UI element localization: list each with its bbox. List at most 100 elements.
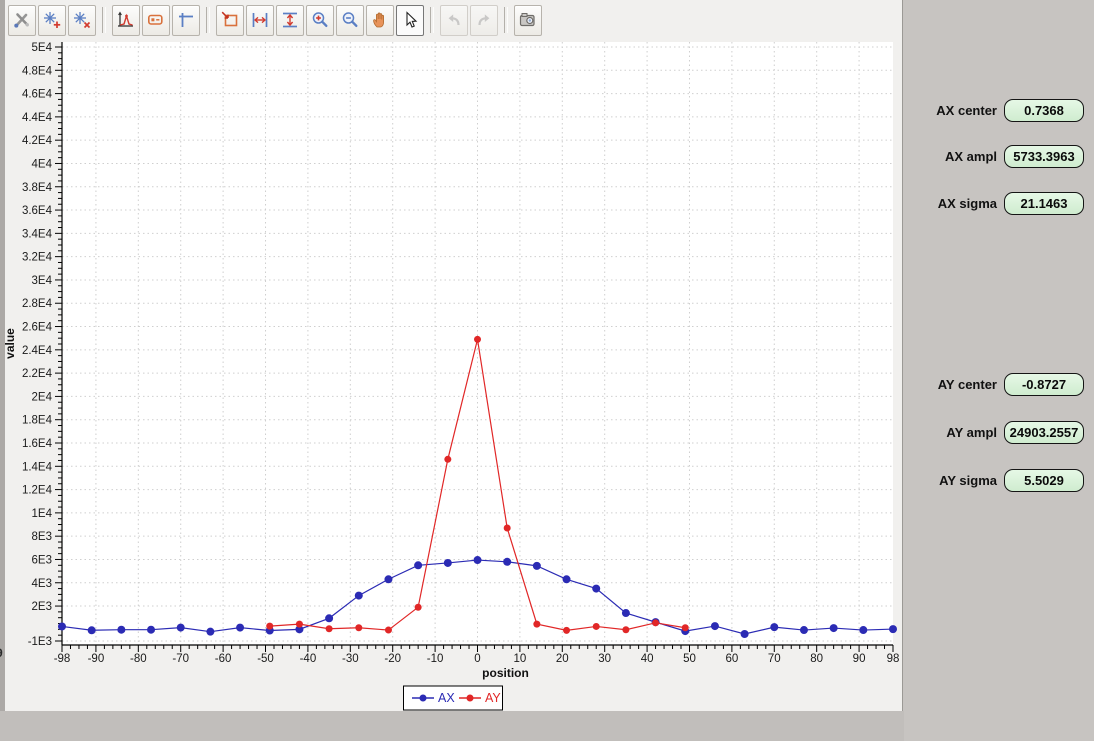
x-tick-label: -90 [88,653,105,665]
ay-data-point [444,456,451,463]
ax-sigma-row: AX sigma 21.1463 [938,192,1084,215]
ax-sigma-label: AX sigma [938,196,997,211]
background-strip [0,711,904,741]
tools-icon [12,10,32,30]
ax-ampl-value-field[interactable]: 5733.3963 [1004,145,1084,168]
ax-data-point [563,575,571,583]
legend[interactable]: AX AY [404,686,503,710]
chart[interactable]: -98-90-80-70-60-50-40-30-20-100102030405… [5,38,903,713]
ax-ampl-row: AX ampl 5733.3963 [945,145,1084,168]
y-tick-label: 4.6E4 [22,89,53,101]
plot-window: -98-90-80-70-60-50-40-30-20-100102030405… [5,0,903,711]
y-tick-label: 1.4E4 [22,461,53,473]
x-tick-label: 98 [887,653,900,665]
y-tick-label: 3.4E4 [22,228,53,240]
ax-data-point [592,585,600,593]
ax-data-point [503,558,511,566]
y-tick-label: 1.6E4 [22,438,53,450]
y-tick-label: 4.8E4 [22,65,53,77]
toolbar-separator [102,7,106,33]
expand-horizontal-icon [250,10,270,30]
y-tick-label: 4E4 [32,158,53,170]
x-tick-label: 60 [725,653,738,665]
ay-data-point [504,525,511,532]
ax-data-point [770,623,778,631]
legend-marker-dot [420,695,427,702]
axes-button[interactable] [172,5,200,36]
y-tick-label: 4.4E4 [22,112,53,124]
ay-sigma-value-field[interactable]: 5.5029 [1004,469,1084,492]
x-tick-label: -10 [427,653,444,665]
ay-data-point [474,336,481,343]
ay-data-point [355,624,362,631]
fit-parameters-panel: AX center0.7368AX ampl5733.3963AX sigma2… [904,0,1094,741]
x-tick-label: 50 [683,653,696,665]
y-tick-label: 3E4 [32,275,53,287]
x-tick-label: -20 [384,653,401,665]
ax-data-point [206,628,214,636]
pointer-select-button[interactable] [396,5,424,36]
delete-marker-button[interactable] [68,5,96,36]
ay-data-point [415,604,422,611]
redo-icon [474,10,494,30]
y-tick-label: 1.8E4 [22,415,53,427]
ay-sigma-label: AY sigma [939,473,997,488]
ax-ampl-label: AX ampl [945,149,997,164]
x-tick-label: 80 [810,653,823,665]
tools-button[interactable] [8,5,36,36]
zoom-out-icon [340,10,360,30]
expand-horizontal-button[interactable] [246,5,274,36]
toolbar-separator [504,7,508,33]
delete-marker-icon [72,10,92,30]
snapshot-button[interactable] [514,5,542,36]
ax-data-point [859,626,867,634]
ay-data-point [533,621,540,628]
toolbar-separator [206,7,210,33]
ax-sigma-value-field[interactable]: 21.1463 [1004,192,1084,215]
ax-data-point [117,626,125,634]
ay-center-row: AY center -0.8727 [938,373,1084,396]
add-marker-button[interactable] [38,5,66,36]
pan-icon [370,10,390,30]
x-tick-label: -40 [300,653,317,665]
ax-data-point [830,624,838,632]
pointer-icon [400,10,420,30]
x-tick-label: 0 [474,653,480,665]
ay-ampl-value-field[interactable]: 24903.2557 [1004,421,1084,444]
legend-item-label[interactable]: AY [485,691,501,705]
zoom-in-button[interactable] [306,5,334,36]
ax-data-point [58,622,66,630]
ay-data-point [593,623,600,630]
y-tick-label: 2.4E4 [22,345,53,357]
y-tick-label: 3.6E4 [22,205,53,217]
expand-vertical-button[interactable] [276,5,304,36]
x-tick-label: 40 [641,653,654,665]
ay-center-label: AY center [938,377,997,392]
legend-marker-dot [467,695,474,702]
ax-data-point [325,614,333,622]
x-tick-label: 30 [598,653,611,665]
pan-button[interactable] [366,5,394,36]
ax-center-value-field[interactable]: 0.7368 [1004,99,1084,122]
curve-fit-button[interactable] [112,5,140,36]
ay-sigma-row: AY sigma 5.5029 [939,469,1084,492]
toolbar-separator [430,7,434,33]
clipped-character: 9 [0,646,3,660]
ay-data-point [622,626,629,633]
ax-data-point [533,562,541,570]
ax-data-point [889,625,897,633]
ax-data-point [177,624,185,632]
ax-data-point [355,592,363,600]
ay-data-point [296,621,303,628]
label-button[interactable] [142,5,170,36]
ax-data-point [622,609,630,617]
legend-item-label[interactable]: AX [438,691,455,705]
x-tick-label: -70 [172,653,189,665]
ay-center-value-field[interactable]: -0.8727 [1004,373,1084,396]
zoom-rectangle-button[interactable] [216,5,244,36]
zoom-out-button[interactable] [336,5,364,36]
ay-ampl-row: AY ampl24903.2557 [946,421,1084,444]
redo-button [470,5,498,36]
x-tick-label: -50 [257,653,274,665]
y-tick-label: 8E3 [32,531,52,543]
